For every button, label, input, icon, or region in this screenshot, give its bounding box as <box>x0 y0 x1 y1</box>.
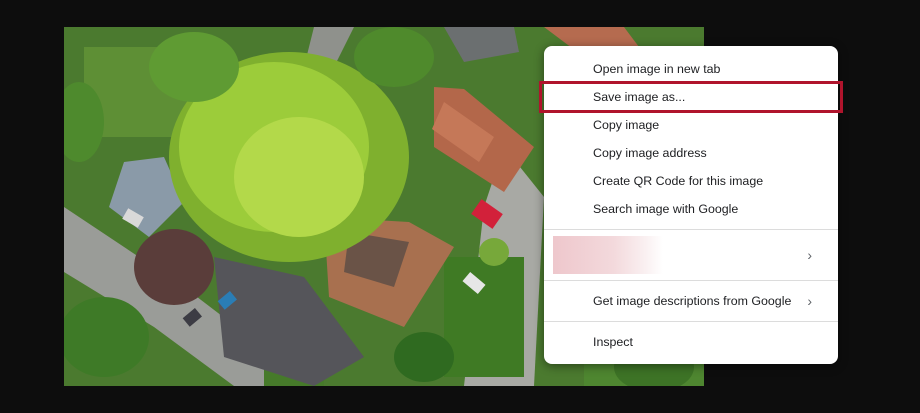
menu-item-save-image-as[interactable]: Save image as... <box>539 81 843 113</box>
menu-separator <box>544 280 838 281</box>
chevron-right-icon: › <box>807 293 812 309</box>
menu-item-get-image-descriptions[interactable]: Get image descriptions from Google › <box>544 287 838 315</box>
menu-separator <box>544 321 838 322</box>
image-context-menu: Open image in new tab Save image as... C… <box>539 46 843 364</box>
menu-item-open-image-new-tab[interactable]: Open image in new tab <box>544 55 838 83</box>
blurred-label <box>553 236 663 274</box>
menu-item-create-qr-code[interactable]: Create QR Code for this image <box>544 167 838 195</box>
menu-item-copy-image-address[interactable]: Copy image address <box>544 139 838 167</box>
menu-item-inspect[interactable]: Inspect <box>544 328 838 356</box>
menu-separator <box>544 229 838 230</box>
menu-item-label: Get image descriptions from Google <box>593 294 792 308</box>
chevron-right-icon: › <box>807 247 812 263</box>
menu-item-extension[interactable]: › <box>544 236 838 274</box>
menu-item-copy-image[interactable]: Copy image <box>544 111 838 139</box>
menu-item-search-image-google[interactable]: Search image with Google <box>544 195 838 223</box>
